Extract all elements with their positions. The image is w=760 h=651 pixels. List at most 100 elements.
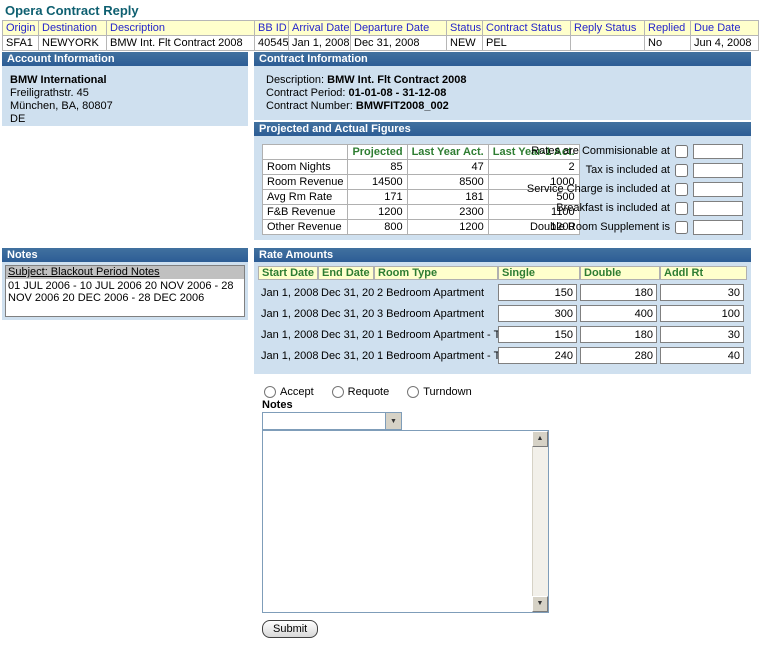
addl-rate-input[interactable] (660, 326, 744, 343)
contract-information-header: Contract Information (254, 52, 751, 66)
contract-number-value: BMWFIT2008_002 (356, 100, 449, 112)
double-rate-input[interactable] (580, 347, 657, 364)
contract-description-label: Description: (266, 74, 324, 86)
summary-col-header[interactable]: Reply Status (571, 21, 645, 36)
notes-body-text: 01 JUL 2006 - 10 JUL 2006 20 NOV 2006 - … (6, 279, 244, 305)
opera-contract-reply-page: Opera Contract Reply Origin Destination … (0, 0, 760, 651)
textarea-scrollbar[interactable]: ▲ ▼ (532, 431, 548, 612)
single-rate-input[interactable] (498, 326, 577, 343)
rates-col-header: Start Date (258, 266, 318, 280)
summary-col-header[interactable]: Contract Status (483, 21, 571, 36)
rates-col-header: Room Type (374, 266, 498, 280)
chevron-down-icon[interactable]: ▼ (385, 413, 401, 429)
contract-summary-table: Origin Destination Description BB ID Arr… (2, 20, 759, 51)
summary-col-header[interactable]: Status (447, 21, 483, 36)
submit-button[interactable]: Submit (262, 620, 318, 638)
double-rate-input[interactable] (580, 305, 657, 322)
radio-accept-input[interactable] (264, 386, 276, 398)
notes-list: Subject: Blackout Period Notes 01 JUL 20… (5, 265, 245, 317)
figures-corner-cell (263, 145, 348, 160)
figures-col-header: Projected (348, 145, 407, 160)
figures-value: 8500 (407, 175, 488, 190)
notes-type-dropdown[interactable]: ▼ (262, 412, 402, 430)
summary-col-header[interactable]: BB ID (255, 21, 289, 36)
projected-figures-header: Projected and Actual Figures (254, 122, 751, 136)
option-label: Tax is included at (586, 164, 670, 176)
option-label: Double Room Supplement is (530, 221, 670, 233)
addl-rate-input[interactable] (660, 284, 744, 301)
commissionable-value-input[interactable] (693, 144, 743, 159)
rate-amounts-panel: Start Date End Date Room Type Single Dou… (254, 262, 751, 374)
summary-cell: BMW Int. Flt Contract 2008 (107, 36, 255, 51)
rate-start-date: Jan 1, 2008 (258, 305, 318, 322)
account-information-panel: BMW International Freiligrathstr. 45 Mün… (2, 66, 248, 126)
figures-value: 800 (348, 220, 407, 235)
addl-rate-input[interactable] (660, 347, 744, 364)
addl-rate-input[interactable] (660, 305, 744, 322)
tax-included-checkbox[interactable] (675, 164, 688, 177)
radio-requote[interactable]: Requote (332, 386, 390, 398)
breakfast-value-input[interactable] (693, 201, 743, 216)
figures-value: 14500 (348, 175, 407, 190)
service-charge-checkbox[interactable] (675, 183, 688, 196)
notes-section-header: Notes (2, 248, 248, 262)
figures-row-label: Room Nights (263, 160, 348, 175)
summary-cell: Dec 31, 2008 (351, 36, 447, 51)
rates-col-header: Single (498, 266, 580, 280)
figures-value: 181 (407, 190, 488, 205)
radio-accept[interactable]: Accept (264, 386, 314, 398)
rate-end-date: Dec 31, 2008 (318, 284, 374, 301)
figures-value: 1200 (348, 205, 407, 220)
service-charge-value-input[interactable] (693, 182, 743, 197)
radio-turndown-label: Turndown (423, 386, 472, 398)
scroll-down-icon[interactable]: ▼ (532, 596, 548, 612)
projected-figures-panel: Projected Last Year Act. Last Year-1 Act… (254, 136, 751, 240)
summary-cell: Jan 1, 2008 (289, 36, 351, 51)
rate-end-date: Dec 31, 2008 (318, 347, 374, 364)
radio-turndown[interactable]: Turndown (407, 386, 472, 398)
account-address-line: München, BA, 80807 (10, 100, 248, 113)
contract-number-label: Contract Number: (266, 100, 353, 112)
summary-col-header[interactable]: Destination (39, 21, 107, 36)
option-row-breakfast: Breakfast is included at (503, 200, 743, 216)
summary-col-header[interactable]: Due Date (691, 21, 759, 36)
option-row-service-charge: Service Charge is included at (503, 181, 743, 197)
rate-room-type: 1 Bedroom Apartment - Twi (374, 326, 498, 343)
single-rate-input[interactable] (498, 284, 577, 301)
summary-col-header[interactable]: Origin (3, 21, 39, 36)
rates-header-row: Start Date End Date Room Type Single Dou… (258, 266, 747, 280)
notes-list-item-subject[interactable]: Subject: Blackout Period Notes (6, 266, 244, 279)
rate-row: Jan 1, 2008 Dec 31, 2008 2 Bedroom Apart… (258, 284, 747, 301)
summary-col-header[interactable]: Departure Date (351, 21, 447, 36)
option-label: Rates are Commisionable at (531, 145, 670, 157)
single-rate-input[interactable] (498, 305, 577, 322)
figures-row-label: Avg Rm Rate (263, 190, 348, 205)
rate-amounts-header: Rate Amounts (254, 248, 751, 262)
tax-value-input[interactable] (693, 163, 743, 178)
double-rate-input[interactable] (580, 326, 657, 343)
summary-col-header[interactable]: Arrival Date (289, 21, 351, 36)
rates-col-header: End Date (318, 266, 374, 280)
commissionable-checkbox[interactable] (675, 145, 688, 158)
scroll-up-icon[interactable]: ▲ (532, 431, 548, 447)
reply-notes-textarea[interactable] (263, 431, 532, 612)
double-rate-input[interactable] (580, 284, 657, 301)
double-supplement-checkbox[interactable] (675, 221, 688, 234)
double-supplement-value-input[interactable] (693, 220, 743, 235)
figures-row-label: Other Revenue (263, 220, 348, 235)
summary-col-header[interactable]: Description (107, 21, 255, 36)
radio-turndown-input[interactable] (407, 386, 419, 398)
figures-value: 85 (348, 160, 407, 175)
contract-period-value: 01-01-08 - 31-12-08 (349, 87, 447, 99)
summary-cell: No (645, 36, 691, 51)
rate-row: Jan 1, 2008 Dec 31, 2008 3 Bedroom Apart… (258, 305, 747, 322)
account-name: BMW International (10, 74, 248, 87)
summary-cell: NEWYORK (39, 36, 107, 51)
summary-col-header[interactable]: Replied (645, 21, 691, 36)
contract-period-label: Contract Period: (266, 87, 345, 99)
figures-value: 1200 (407, 220, 488, 235)
single-rate-input[interactable] (498, 347, 577, 364)
rate-room-type: 1 Bedroom Apartment - Twi (374, 347, 498, 364)
radio-requote-input[interactable] (332, 386, 344, 398)
breakfast-checkbox[interactable] (675, 202, 688, 215)
